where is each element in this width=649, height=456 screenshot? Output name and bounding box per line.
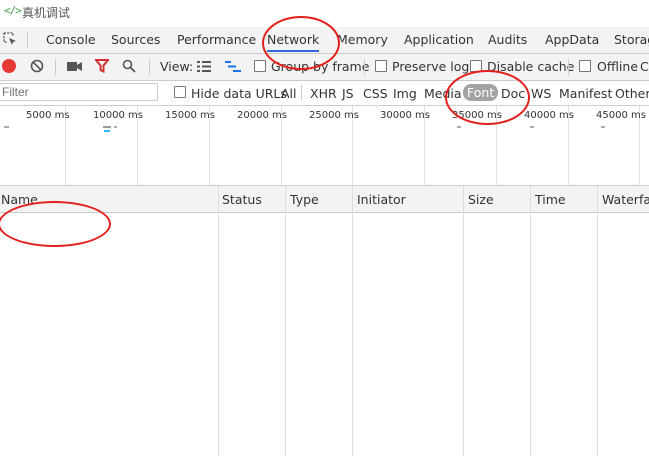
column-status[interactable]: Status [222,192,262,207]
offline-label: Offline [597,59,639,74]
tab-audits[interactable]: Audits [488,32,527,47]
network-overview-timeline[interactable]: 5000 ms 10000 ms 15000 ms 20000 ms 25000… [0,106,649,186]
tab-storage[interactable]: Storag [614,32,649,47]
type-filter-css[interactable]: CSS [363,86,388,101]
tick-label: 35000 ms [452,110,502,121]
record-button[interactable] [2,59,16,73]
tab-appdata[interactable]: AppData [545,32,599,47]
offline-checkbox[interactable] [579,60,591,72]
tick-label: 15000 ms [165,110,215,121]
type-filter-ws[interactable]: WS [531,86,551,101]
tab-console[interactable]: Console [46,32,96,47]
column-time[interactable]: Time [535,192,566,207]
code-icon: </> [4,4,22,17]
disable-cache-checkbox[interactable] [470,60,482,72]
type-filter-doc[interactable]: Doc [501,86,525,101]
hide-data-urls-checkbox[interactable] [174,86,186,98]
column-initiator[interactable]: Initiator [357,192,406,207]
request-mark [601,126,605,128]
type-filter-manifest[interactable]: Manifest [559,86,612,101]
view-label: View: [160,59,194,74]
tick-label: 5000 ms [26,110,70,121]
toolbar-overflow-label: C [640,59,649,74]
request-mark [104,130,110,132]
devtools-tab-bar: Console Sources Performance Network Memo… [0,27,649,54]
column-type[interactable]: Type [290,192,319,207]
request-mark [114,126,117,128]
inspect-element-icon[interactable] [3,32,17,46]
request-mark [4,126,9,128]
type-filter-all[interactable]: All [281,86,297,101]
tick-label: 20000 ms [237,110,287,121]
filter-input[interactable] [0,83,158,101]
camera-icon[interactable] [67,61,82,75]
waterfall-view-icon[interactable] [225,61,241,75]
requests-table-body [0,213,649,456]
group-by-frame-label: Group by frame [271,59,370,74]
tick-label: 45000 ms [596,110,646,121]
column-name[interactable]: Name [1,192,38,207]
request-mark [103,126,111,128]
preserve-log-label: Preserve log [392,59,470,74]
tick-label: 25000 ms [309,110,359,121]
tick-label: 30000 ms [380,110,430,121]
request-mark [457,126,461,128]
preserve-log-checkbox[interactable] [375,60,387,72]
tab-application[interactable]: Application [404,32,474,47]
window-title: 真机调试 [22,6,71,20]
type-filter-other[interactable]: Other [615,86,649,101]
type-filter-media[interactable]: Media [424,86,462,101]
group-by-frame-checkbox[interactable] [254,60,266,72]
column-size[interactable]: Size [468,192,494,207]
request-mark [530,126,534,128]
list-view-icon[interactable] [197,61,211,75]
tab-sources[interactable]: Sources [111,32,160,47]
window-titlebar: </> 真机调试 [0,0,649,24]
type-filter-img[interactable]: Img [393,86,417,101]
type-filter-font[interactable]: Font [463,84,499,101]
search-icon[interactable] [122,59,136,76]
network-toolbar: View: Group by frame Preserve log Disabl… [0,54,649,81]
tick-label: 40000 ms [524,110,574,121]
disable-cache-label: Disable cache [487,59,575,74]
type-filter-js[interactable]: JS [342,86,354,101]
tab-performance[interactable]: Performance [177,32,256,47]
hide-data-urls-label: Hide data URLs [191,86,287,101]
tick-label: 10000 ms [93,110,143,121]
filter-bar: Hide data URLs All XHR JS CSS Img Media … [0,81,649,106]
tab-memory[interactable]: Memory [337,32,388,47]
tab-network[interactable]: Network [267,32,320,52]
filter-icon[interactable] [93,59,111,76]
clear-icon[interactable] [30,59,44,76]
column-waterfall[interactable]: Waterfall [602,192,649,207]
type-filter-xhr[interactable]: XHR [310,86,337,101]
requests-table-header: Name Status Type Initiator Size Time Wat… [0,186,649,213]
